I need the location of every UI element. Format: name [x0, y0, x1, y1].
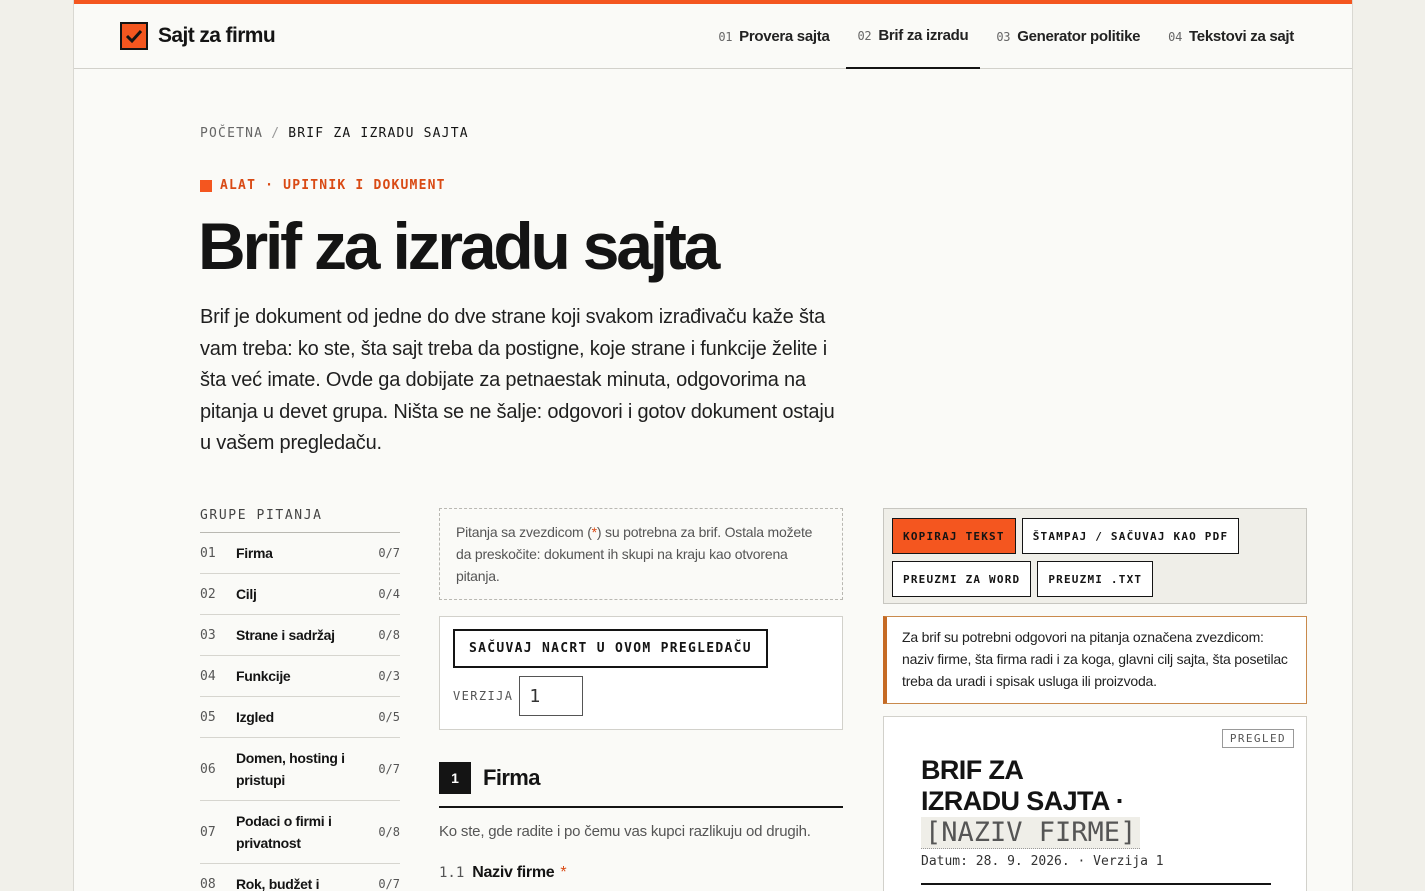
group-label: Rok, budžet i: [236, 876, 320, 891]
group-count: 0/5: [378, 710, 400, 724]
note-text: Pitanja sa zvezdicom (: [456, 524, 592, 540]
nav-item-provera[interactable]: 01 Provera sajta: [706, 4, 841, 69]
section-number: 1: [439, 762, 471, 794]
site-header: Sajt za firmu 01 Provera sajta 02 Brif za …: [74, 4, 1352, 69]
group-label: Podaci o firmi i privatnost: [236, 813, 332, 851]
preview-title-line: BRIF ZA: [921, 755, 1024, 785]
preview-title: BRIF ZA IZRADU SAJTA · [NAZIV FIRME]: [921, 755, 1141, 849]
nav-item-label: Brif za izradu: [878, 27, 969, 44]
square-icon: [200, 179, 212, 192]
section-header: 1 Firma: [439, 762, 843, 808]
group-count: 0/7: [378, 877, 400, 891]
group-number: 08: [200, 876, 216, 891]
logo-link[interactable]: Sajt za firmu: [120, 22, 276, 50]
breadcrumb: POČETNA / BRIF ZA IZRADU SAJTA: [200, 126, 469, 141]
required-warning: Za brif su potrebni odgovori na pitanja …: [883, 616, 1307, 704]
nav-item-number: 01: [718, 29, 733, 44]
actions-panel: KOPIRAJ TEKST ŠTAMPAJ / SAČUVAJ KAO PDF …: [883, 508, 1307, 604]
group-item-funkcije[interactable]: 04 Funkcije 0/3: [200, 656, 400, 697]
nav-item-number: 03: [996, 29, 1011, 44]
group-label: Cilj: [236, 586, 257, 602]
group-number: 03: [200, 627, 216, 643]
group-number: 06: [200, 761, 216, 777]
page: Sajt za firmu 01 Provera sajta 02 Brif za …: [73, 0, 1353, 891]
group-count: 0/7: [378, 762, 400, 776]
required-star: *: [560, 864, 567, 881]
nav-item-generator[interactable]: 03 Generator politike: [984, 4, 1152, 69]
form-column: Pitanja sa zvezdicom (*) su potrebna za …: [439, 508, 843, 882]
nav-item-brif[interactable]: 02 Brif za izradu: [845, 4, 981, 69]
question-label: Naziv firme: [472, 864, 555, 881]
group-number: 07: [200, 824, 216, 840]
preview-divider: [921, 883, 1271, 885]
group-count: 0/8: [378, 825, 400, 839]
group-item-rok[interactable]: 08 Rok, budžet i 0/7: [200, 864, 400, 891]
group-item-strane[interactable]: 03 Strane i sadržaj 0/8: [200, 615, 400, 656]
group-label: Domen, hosting i pristupi: [236, 750, 345, 788]
version-label: VERZIJA: [453, 689, 514, 703]
group-label: Izgled: [236, 709, 274, 725]
group-item-domen[interactable]: 06 Domen, hosting i pristupi 0/7: [200, 738, 400, 801]
group-number: 02: [200, 586, 216, 602]
kicker-text: ALAT · UPITNIK I DOKUMENT: [220, 178, 446, 193]
preview-badge: PREGLED: [1221, 729, 1294, 748]
breadcrumb-home[interactable]: POČETNA: [200, 126, 263, 141]
group-label: Funkcije: [236, 668, 291, 684]
preview-title-line: IZRADU SAJTA ·: [921, 786, 1125, 816]
group-number: 01: [200, 545, 216, 561]
output-column: KOPIRAJ TEKST ŠTAMPAJ / SAČUVAJ KAO PDF …: [883, 508, 1307, 891]
group-number: 04: [200, 668, 216, 684]
group-item-firma[interactable]: 01 Firma 0/7: [200, 533, 400, 574]
group-item-cilj[interactable]: 02 Cilj 0/4: [200, 574, 400, 615]
draft-panel: SAČUVAJ NACRT U OVOM PREGLEDAČU VERZIJA: [439, 616, 843, 730]
nav-item-number: 04: [1168, 29, 1183, 44]
preview-date: Datum: 28. 9. 2026. · Verzija 1: [921, 854, 1164, 869]
question-groups: GRUPE PITANJA 01 Firma 0/7 02 Cilj 0/4 03 Str…: [200, 508, 400, 891]
group-count: 0/4: [378, 587, 400, 601]
save-draft-button[interactable]: SAČUVAJ NACRT U OVOM PREGLEDAČU: [453, 629, 768, 668]
breadcrumb-separator: /: [271, 126, 281, 141]
nav-item-label: Tekstovi za sajt: [1189, 28, 1294, 45]
brand-name: Sajt za firmu: [158, 24, 276, 47]
copy-text-button[interactable]: KOPIRAJ TEKST: [892, 518, 1016, 554]
required-note: Pitanja sa zvezdicom (*) su potrebna za …: [439, 508, 843, 600]
group-count: 0/8: [378, 628, 400, 642]
section-title: Firma: [483, 765, 541, 790]
checkbox-logo-icon: [120, 22, 148, 50]
group-number: 05: [200, 709, 216, 725]
kicker: ALAT · UPITNIK I DOKUMENT: [200, 178, 446, 193]
group-item-podaci[interactable]: 07 Podaci o firmi i privatnost 0/8: [200, 801, 400, 864]
section-description: Ko ste, gde radite i po čemu vas kupci r…: [439, 823, 811, 840]
version-input[interactable]: [519, 676, 584, 716]
nav-item-tekstovi[interactable]: 04 Tekstovi za sajt: [1156, 4, 1306, 69]
nav-item-label: Provera sajta: [739, 28, 830, 45]
breadcrumb-current: BRIF ZA IZRADU SAJTA: [288, 126, 469, 141]
group-label: Firma: [236, 545, 273, 561]
group-label: Strane i sadržaj: [236, 627, 335, 643]
download-txt-button[interactable]: PREUZMI .TXT: [1037, 561, 1154, 597]
main-nav: 01 Provera sajta 02 Brif za izradu 03 Gener…: [702, 4, 1306, 69]
download-word-button[interactable]: PREUZMI ZA WORD: [892, 561, 1032, 597]
group-count: 0/7: [378, 546, 400, 560]
groups-heading: GRUPE PITANJA: [200, 508, 400, 533]
question-number: 1.1: [439, 865, 465, 881]
group-count: 0/3: [378, 669, 400, 683]
print-pdf-button[interactable]: ŠTAMPAJ / SAČUVAJ KAO PDF: [1021, 518, 1240, 554]
page-title: Brif za izradu sajta: [198, 209, 720, 283]
nav-item-number: 02: [857, 28, 872, 43]
lead-paragraph: Brif je dokument od jedne do dve strane …: [200, 306, 835, 454]
company-name-placeholder: [NAZIV FIRME]: [921, 817, 1141, 849]
group-item-izgled[interactable]: 05 Izgled 0/5: [200, 697, 400, 738]
question-label-row: 1.1 Naziv firme *: [439, 864, 843, 882]
nav-item-label: Generator politike: [1017, 28, 1141, 45]
document-preview: PREGLED BRIF ZA IZRADU SAJTA · [NAZIV FI…: [883, 716, 1307, 891]
